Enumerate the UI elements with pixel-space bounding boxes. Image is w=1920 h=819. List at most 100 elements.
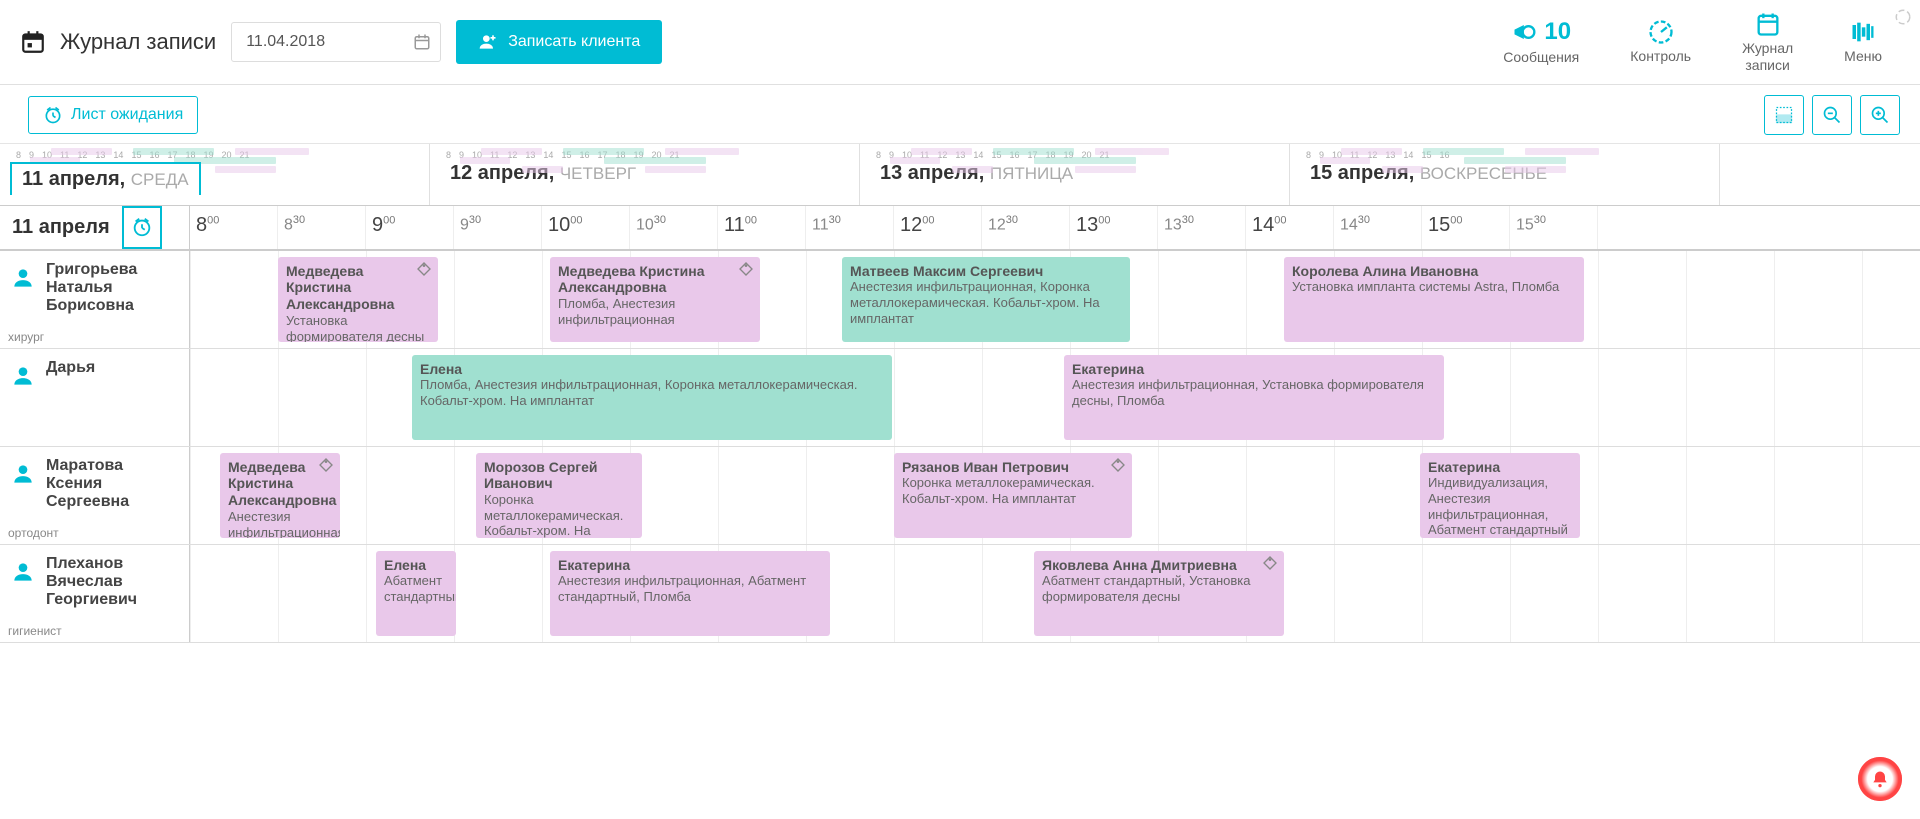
appointment-service: Анестезия инфильтрационная, Абатмент <box>228 509 332 538</box>
appointment[interactable]: Медведева Кристина Александровна Пломба,… <box>550 257 760 342</box>
tag-icon <box>1110 457 1126 473</box>
waitlist-button[interactable]: Лист ожидания <box>28 96 198 134</box>
side-head: 11 апреля <box>0 206 190 250</box>
day-tab[interactable]: 8910111213141516 15 апреля, ВОСКРЕСЕНЬЕ <box>1290 144 1720 205</box>
staff-role: гигиенист <box>8 624 62 638</box>
appointment[interactable]: Морозов Сергей Иванович Коронка металлок… <box>476 453 642 538</box>
time-slot: 900 <box>366 206 454 249</box>
tag-icon <box>1262 555 1278 571</box>
row-body[interactable]: Медведева Кристина Александровна Установ… <box>190 251 1920 348</box>
staff-cell[interactable]: Дарья <box>0 349 190 446</box>
time-slot: 1400 <box>1246 206 1334 249</box>
appointment[interactable]: Королева Алина Ивановна Установка имплан… <box>1284 257 1584 342</box>
time-slot: 1530 <box>1510 206 1598 249</box>
staff-name: ГригорьеваНатальяБорисовна <box>46 261 137 342</box>
timeline-header: 11 апреля 800830900930100010301100113012… <box>0 206 1920 251</box>
grid-settings-button[interactable] <box>1764 95 1804 135</box>
nav-control[interactable]: Контроль <box>1612 18 1709 65</box>
schedule-row: Дарья Елена Пломба, Анестезия инфильтрац… <box>0 349 1920 447</box>
staff-cell[interactable]: ПлехановВячеславГеоргиевич гигиенист <box>0 545 190 642</box>
appointment-service: Установка формирователя десны <box>286 313 430 342</box>
person-icon <box>10 559 36 585</box>
zoom-out-button[interactable] <box>1812 95 1852 135</box>
appointment-client: Елена <box>420 361 884 378</box>
zoom-in-icon <box>1870 105 1890 125</box>
day-tab[interactable]: 89101112131415161718192021 13 апреля, ПЯ… <box>860 144 1290 205</box>
appointment-client: Яковлева Анна Дмитриевна <box>1042 557 1276 574</box>
row-body[interactable]: Елена Абатмент стандартный Екатерина Ане… <box>190 545 1920 642</box>
appointment[interactable]: Матвеев Максим Сергеевич Анестезия инфил… <box>842 257 1130 342</box>
tag-icon <box>318 457 334 473</box>
appointment-client: Елена <box>384 557 448 574</box>
appointment[interactable]: Яковлева Анна Дмитриевна Абатмент станда… <box>1034 551 1284 636</box>
time-slot: 930 <box>454 206 542 249</box>
appointment-service: Установка импланта системы Astra, Пломба <box>1292 279 1576 295</box>
appointment[interactable]: Рязанов Иван Петрович Коронка металлокер… <box>894 453 1132 538</box>
side-head-date: 11 апреля <box>0 206 122 249</box>
appointment[interactable]: Медведева Кристина Александровна Установ… <box>278 257 438 342</box>
time-slot: 1200 <box>894 206 982 249</box>
nav-messages[interactable]: 10 Сообщения <box>1485 18 1597 66</box>
mini-hours: 89101112131415161718192021 <box>0 150 429 162</box>
day-tab[interactable]: 89101112131415161718192021 11 апреля, СР… <box>0 144 430 205</box>
appointment-client: Морозов Сергей Иванович <box>484 459 634 493</box>
staff-cell[interactable]: МаратоваКсенияСергеевна ортодонт <box>0 447 190 544</box>
page-title: Журнал записи <box>60 29 216 55</box>
calendar-small-icon <box>413 33 431 51</box>
nav-messages-label: Сообщения <box>1503 49 1579 66</box>
nav-menu[interactable]: Меню <box>1826 18 1900 65</box>
date-input[interactable] <box>231 22 441 62</box>
appointment-service: Пломба, Анестезия инфильтрационная <box>558 296 752 327</box>
gauge-icon <box>1647 18 1675 46</box>
clock-column-toggle[interactable] <box>122 206 162 249</box>
appointment-service: Абатмент стандартный <box>384 573 448 604</box>
add-person-icon <box>478 32 498 52</box>
person-icon <box>10 265 36 291</box>
appointment-service: Анестезия инфильтрационная, Коронка мета… <box>850 279 1122 326</box>
nav-journal-label: Журнал записи <box>1742 40 1793 74</box>
notification-bell[interactable] <box>1858 757 1902 801</box>
grid-icon <box>1774 105 1794 125</box>
day-tabs: 89101112131415161718192021 11 апреля, СР… <box>0 144 1920 206</box>
day-tab[interactable]: 89101112131415161718192021 12 апреля, ЧЕ… <box>430 144 860 205</box>
appointment-client: Матвеев Максим Сергеевич <box>850 263 1122 280</box>
appointment-service: Коронка металлокерамическая. Кобальт-хро… <box>902 475 1124 506</box>
time-slot: 1000 <box>542 206 630 249</box>
row-body[interactable]: Елена Пломба, Анестезия инфильтрационная… <box>190 349 1920 446</box>
appointment-client: Медведева Кристина Александровна <box>228 459 332 509</box>
time-slot: 1430 <box>1334 206 1422 249</box>
appointment[interactable]: Елена Абатмент стандартный <box>376 551 456 636</box>
day-label: 12 апреля, ЧЕТВЕРГ <box>440 158 646 188</box>
appointment[interactable]: Екатерина Анестезия инфильтрационная, Ус… <box>1064 355 1444 440</box>
appointment-client: Екатерина <box>558 557 822 574</box>
time-slot: 1100 <box>718 206 806 249</box>
nav-journal[interactable]: Журнал записи <box>1724 10 1811 74</box>
date-picker[interactable] <box>231 22 441 62</box>
appointment-service: Абатмент стандартный, Установка формиров… <box>1042 573 1276 604</box>
time-slot: 1500 <box>1422 206 1510 249</box>
appointment[interactable]: Екатерина Индивидуализация, Анестезия ин… <box>1420 453 1580 538</box>
appointment-service: Анестезия инфильтрационная, Абатмент ста… <box>558 573 822 604</box>
loading-icon <box>1894 8 1912 26</box>
schedule-grid: ГригорьеваНатальяБорисовна хирург Медвед… <box>0 251 1920 643</box>
appointment[interactable]: Медведева Кристина Александровна Анестез… <box>220 453 340 538</box>
waitlist-label: Лист ожидания <box>71 106 183 124</box>
menu-bars-icon <box>1849 18 1877 46</box>
book-client-button[interactable]: Записать клиента <box>456 20 662 64</box>
appointment[interactable]: Елена Пломба, Анестезия инфильтрационная… <box>412 355 892 440</box>
appointment[interactable]: Екатерина Анестезия инфильтрационная, Аб… <box>550 551 830 636</box>
staff-role: хирург <box>8 330 44 344</box>
schedule-row: ПлехановВячеславГеоргиевич гигиенист Еле… <box>0 545 1920 643</box>
appointment-service: Анестезия инфильтрационная, Установка фо… <box>1072 377 1436 408</box>
row-body[interactable]: Медведева Кристина Александровна Анестез… <box>190 447 1920 544</box>
staff-cell[interactable]: ГригорьеваНатальяБорисовна хирург <box>0 251 190 348</box>
appointment-client: Королева Алина Ивановна <box>1292 263 1576 280</box>
zoom-in-button[interactable] <box>1860 95 1900 135</box>
appointment-client: Екатерина <box>1428 459 1572 476</box>
appointment-client: Медведева Кристина Александровна <box>286 263 430 313</box>
calendar-icon <box>20 29 46 55</box>
schedule-row: ГригорьеваНатальяБорисовна хирург Медвед… <box>0 251 1920 349</box>
page-title-group: Журнал записи <box>20 29 216 55</box>
zoom-out-icon <box>1822 105 1842 125</box>
alarm-clock-icon <box>131 216 153 238</box>
